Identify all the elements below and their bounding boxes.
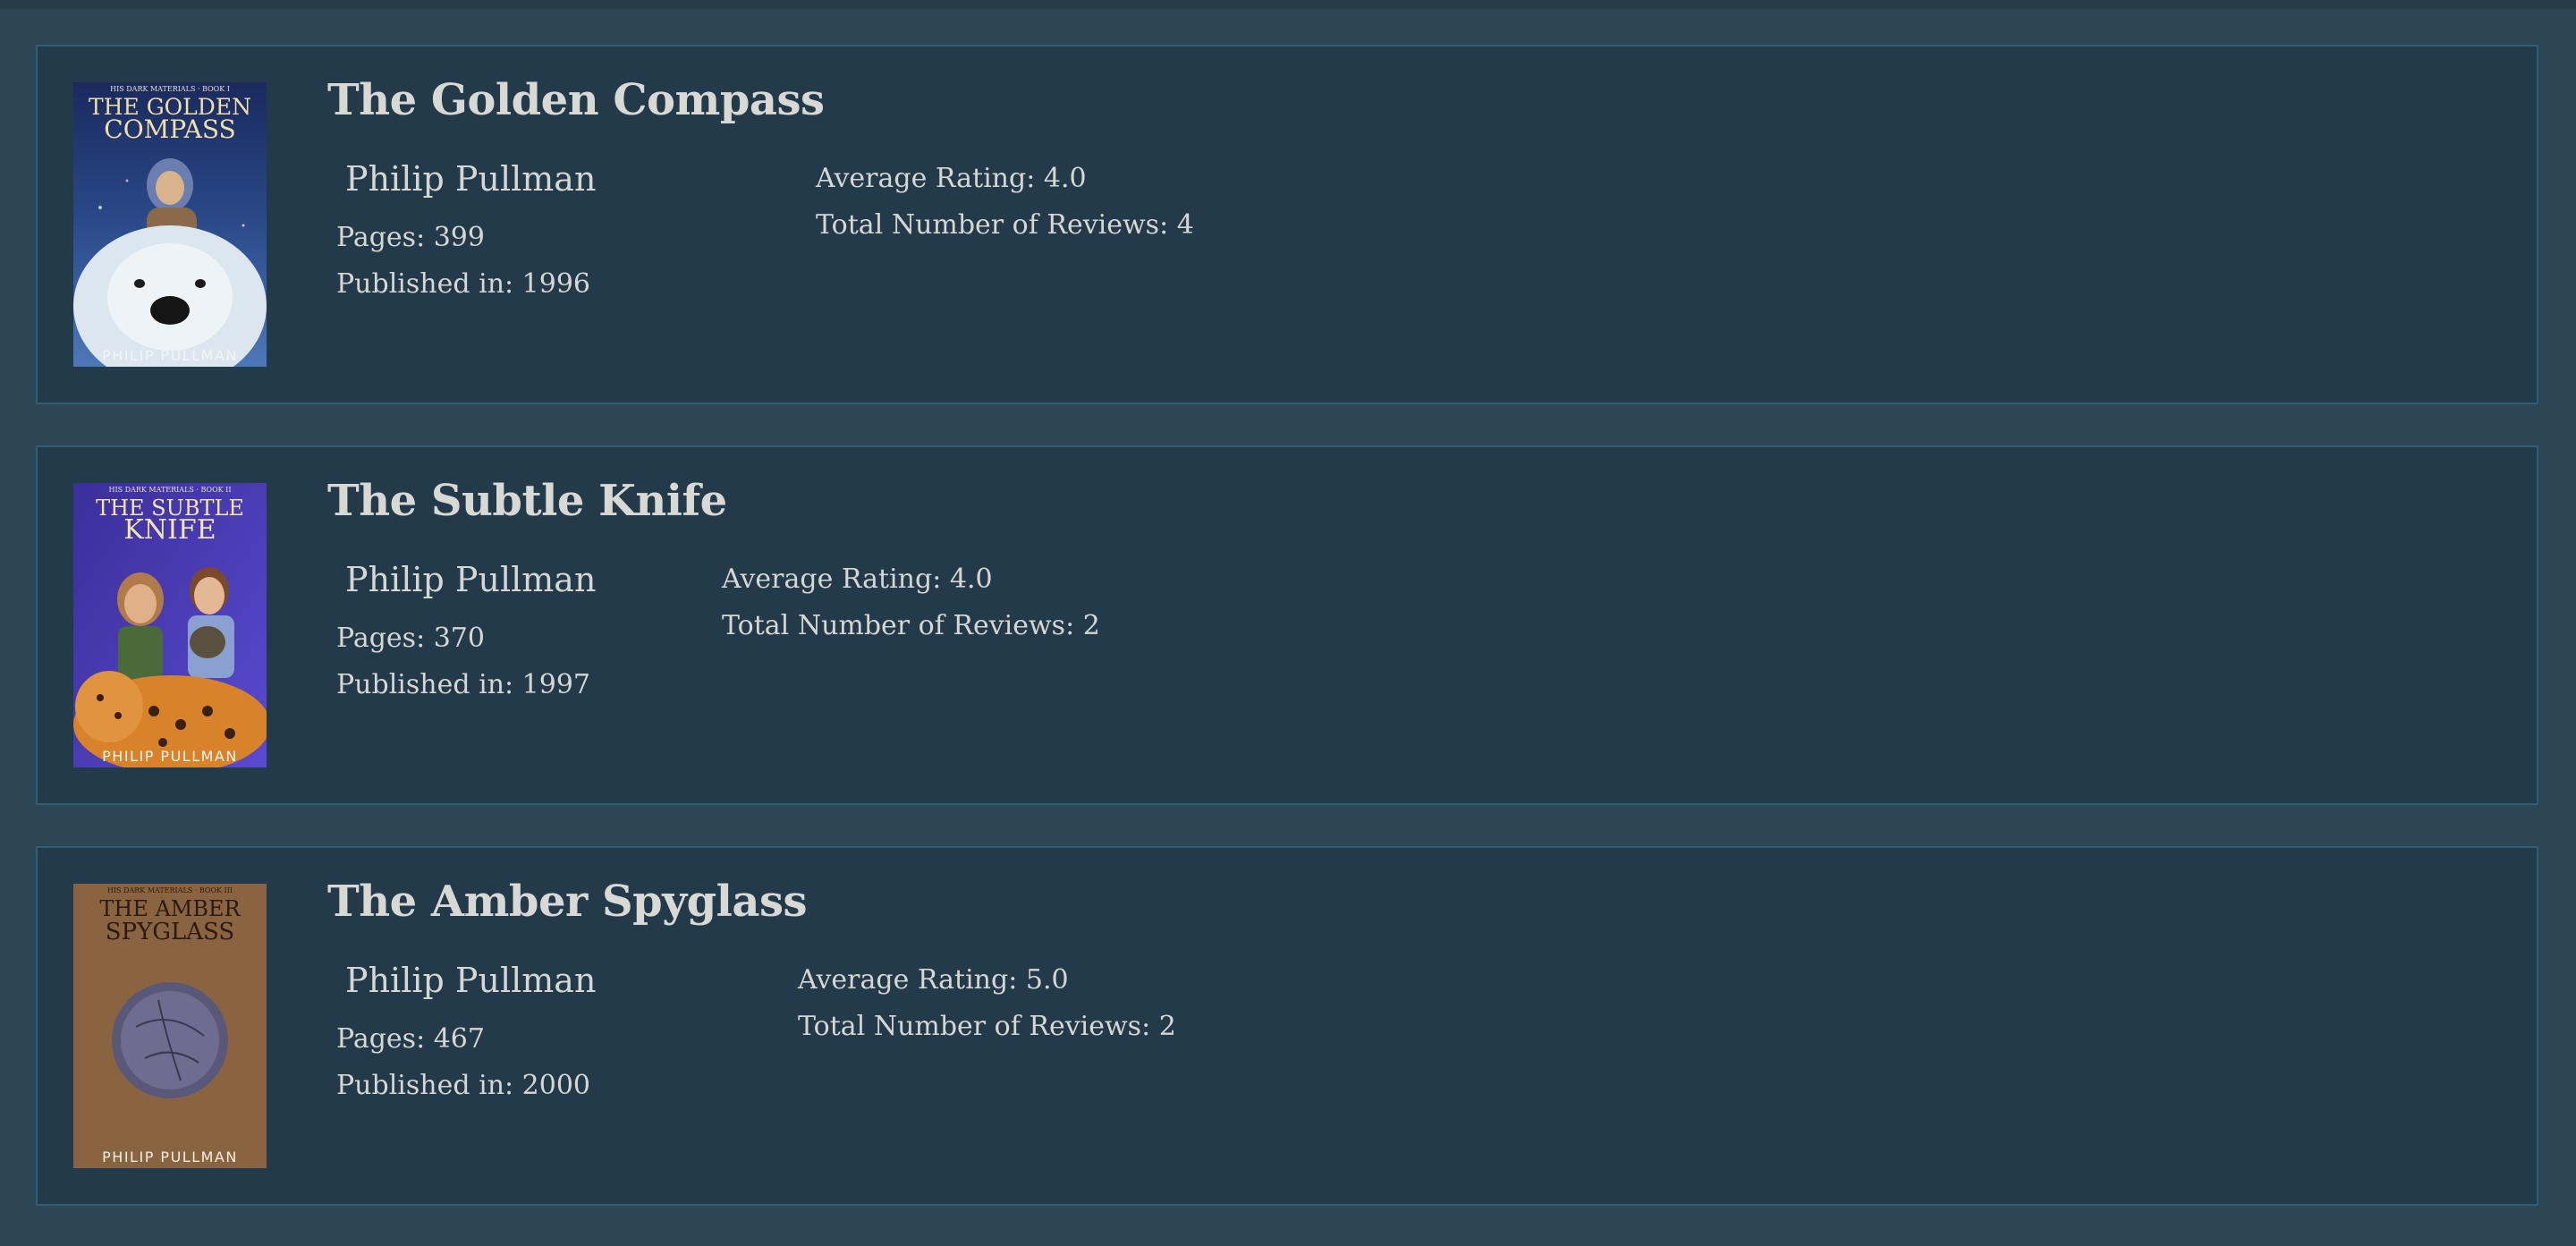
book-pages: Pages: 467: [336, 1023, 485, 1055]
book-pages: Pages: 399: [336, 222, 485, 253]
book-card[interactable]: HIS DARK MATERIALS · BOOK III THE AMBER …: [36, 846, 2538, 1206]
book-published-year: Published in: 1996: [336, 268, 591, 300]
book-title[interactable]: The Amber Spyglass: [327, 877, 808, 927]
book-cover-image[interactable]: HIS DARK MATERIALS · BOOK III THE AMBER …: [73, 884, 267, 1168]
book-review-count: Total Number of Reviews: 2: [722, 610, 1100, 641]
book-title[interactable]: The Subtle Knife: [327, 476, 727, 526]
cover-title-line1: THE AMBER: [99, 896, 241, 921]
book-author: Philip Pullman: [345, 961, 597, 1000]
book-average-rating: Average Rating: 4.0: [816, 163, 1087, 194]
book-title[interactable]: The Golden Compass: [327, 75, 825, 125]
book-card[interactable]: HIS DARK MATERIALS · BOOK II THE SUBTLE …: [36, 445, 2538, 805]
cover-author-text: PHILIP PULLMAN: [102, 748, 238, 765]
top-bar: [0, 0, 2576, 9]
cover-author-text: PHILIP PULLMAN: [102, 1149, 238, 1165]
book-published-year: Published in: 2000: [336, 1070, 591, 1101]
book-published-year: Published in: 1997: [336, 669, 591, 700]
cover-series-text: HIS DARK MATERIALS · BOOK II: [109, 486, 232, 494]
book-review-count: Total Number of Reviews: 2: [798, 1011, 1176, 1042]
book-card[interactable]: HIS DARK MATERIALS · BOOK I THE GOLDEN C…: [36, 45, 2538, 404]
cover-title-line2: SPYGLASS: [106, 919, 234, 945]
book-author: Philip Pullman: [345, 159, 597, 199]
cover-author-text: PHILIP PULLMAN: [102, 347, 238, 364]
cover-title-line2: COMPASS: [104, 114, 235, 144]
book-average-rating: Average Rating: 4.0: [722, 564, 993, 595]
book-author: Philip Pullman: [345, 560, 597, 599]
cover-title-line2: KNIFE: [123, 514, 216, 546]
book-cover-image[interactable]: HIS DARK MATERIALS · BOOK II THE SUBTLE …: [73, 483, 267, 767]
book-cover-image[interactable]: HIS DARK MATERIALS · BOOK I THE GOLDEN C…: [73, 82, 267, 367]
cover-series-text: HIS DARK MATERIALS · BOOK I: [110, 85, 230, 93]
book-pages: Pages: 370: [336, 623, 485, 654]
book-review-count: Total Number of Reviews: 4: [816, 209, 1194, 241]
book-average-rating: Average Rating: 5.0: [798, 964, 1069, 996]
cover-series-text: HIS DARK MATERIALS · BOOK III: [107, 886, 233, 894]
